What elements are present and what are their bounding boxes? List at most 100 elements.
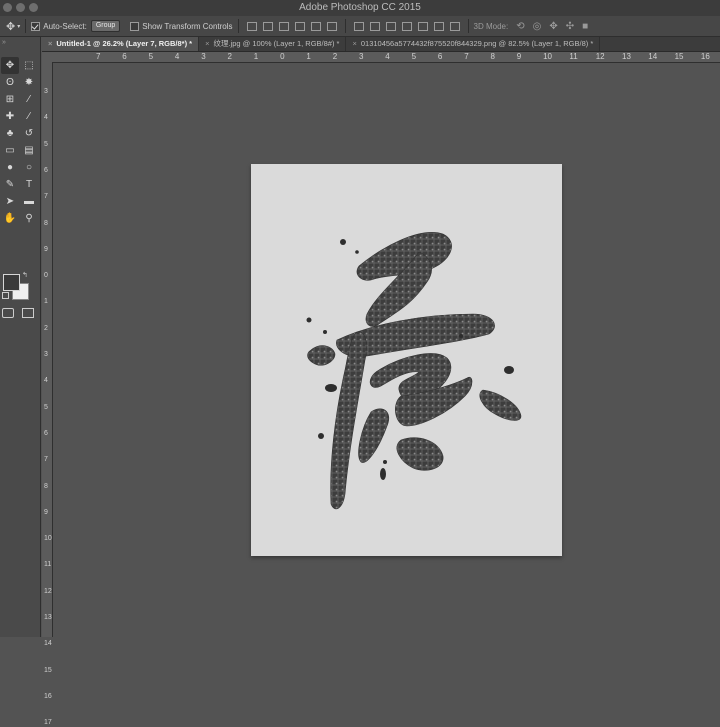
close-tab-icon[interactable]: × (205, 39, 209, 48)
crop-tool[interactable]: ⊞ (1, 91, 19, 108)
ruler-tick-label: 6 (44, 166, 48, 174)
title-bar: Adobe Photoshop CC 2015 (0, 0, 720, 17)
close-tab-icon[interactable]: × (352, 39, 356, 48)
foreground-color-swatch[interactable] (3, 274, 20, 291)
auto-select-label: Auto-Select: (43, 21, 87, 31)
tool-preset-picker[interactable]: ✥ ▾ (6, 16, 20, 36)
healing-brush-tool[interactable]: ✚ (1, 108, 19, 125)
ruler-tick-label: 3 (44, 88, 48, 95)
ruler-tick-label: 11 (44, 561, 52, 569)
marquee-icon: ⬚ (24, 60, 34, 71)
lasso-tool[interactable]: ʘ (1, 74, 19, 91)
ruler-tick-label: 5 (148, 52, 154, 61)
distribute-bottom-icon[interactable] (385, 21, 396, 31)
ruler-tick-label: 4 (44, 114, 48, 122)
auto-align-icon[interactable] (449, 21, 460, 31)
align-horizontal-center-icon[interactable] (310, 21, 321, 31)
divider (344, 19, 346, 33)
distribute-right-icon[interactable] (433, 21, 444, 31)
distribute-top-icon[interactable] (353, 21, 364, 31)
zoom-tool[interactable]: ⚲ (20, 210, 38, 227)
clone-stamp-icon: ♣ (6, 128, 14, 139)
ruler-tick-label: 8 (44, 219, 48, 227)
distribute-vertical-center-icon[interactable] (369, 21, 380, 31)
history-brush-icon: ↺ (24, 128, 34, 139)
ruler-corner[interactable] (42, 52, 52, 62)
magic-wand-tool[interactable]: ✸ (20, 74, 38, 91)
healing-brush-icon: ✚ (5, 111, 15, 122)
document-canvas[interactable] (251, 164, 562, 556)
auto-select-checkbox[interactable] (31, 21, 41, 31)
tab-untitled-1[interactable]: × Untitled-1 @ 26.2% (Layer 7, RGB/8*) * (42, 37, 200, 51)
eraser-tool[interactable]: ▭ (1, 142, 19, 159)
ruler-tick-label: 7 (96, 52, 101, 61)
move-icon: ✥ (5, 60, 15, 71)
pen-tool[interactable]: ✎ (1, 176, 19, 193)
distribute-horizontal-center-icon[interactable] (417, 21, 428, 31)
align-bottom-icon[interactable] (278, 21, 289, 31)
panel-collapse-icon[interactable]: » (2, 39, 6, 46)
rectangle-tool[interactable]: ▬ (20, 193, 38, 210)
ruler-tick-label: 13 (622, 52, 631, 61)
3d-roll-icon[interactable]: ◎ (533, 21, 542, 32)
tab-png-file[interactable]: × 01310456a5774432f875520f844329.png @ 82… (346, 37, 601, 51)
swap-colors-icon[interactable]: ↰ (22, 271, 28, 279)
3d-orbit-icon[interactable]: ⟲ (516, 21, 524, 32)
ruler-tick-label: 8 (44, 482, 48, 490)
tab-texture[interactable]: × 纹理.jpg @ 100% (Layer 1, RGB/8#) * (199, 37, 347, 51)
eyedropper-tool[interactable]: ⁄ (20, 91, 38, 108)
ruler-tick-label: 3 (359, 52, 364, 61)
default-colors-icon[interactable] (2, 292, 9, 299)
align-vertical-center-icon[interactable] (262, 21, 273, 31)
chevron-down-icon: ▾ (17, 23, 21, 30)
ruler-tick-label: 9 (44, 508, 48, 516)
ruler-tick-label: 6 (437, 52, 443, 61)
align-top-icon[interactable] (246, 21, 257, 31)
ruler-tick-label: 4 (385, 52, 390, 61)
ruler-tick-label: 9 (516, 52, 522, 61)
history-brush-tool[interactable]: ↺ (20, 125, 38, 142)
3d-scale-icon[interactable]: ■ (582, 21, 588, 32)
horizontal-ruler[interactable]: 765432101234567891011121314151617 (52, 52, 720, 63)
ruler-tick-label: 10 (44, 535, 52, 543)
ruler-tick-label: 14 (44, 640, 52, 648)
move-tool[interactable]: ✥ (1, 57, 19, 74)
ruler-tick-label: 8 (490, 52, 495, 61)
3d-pan-icon[interactable]: ✥ (549, 21, 557, 32)
screen-mode-icon[interactable] (22, 308, 34, 318)
ruler-tick-label: 0 (44, 272, 48, 280)
dodge-icon: ○ (25, 162, 33, 173)
path-selection-tool[interactable]: ➤ (1, 193, 19, 210)
tab-label: 纹理.jpg @ 100% (Layer 1, RGB/8#) * (213, 39, 340, 48)
pen-icon: ✎ (5, 179, 15, 190)
align-left-icon[interactable] (294, 21, 305, 31)
ruler-tick-label: 15 (674, 52, 684, 61)
divider (25, 19, 27, 33)
3d-slide-icon[interactable]: ✣ (566, 21, 574, 32)
clone-stamp-tool[interactable]: ♣ (1, 125, 19, 142)
distribute-controls (351, 16, 463, 36)
blur-tool[interactable]: ● (1, 159, 19, 176)
tool-grid: ✥ ⬚ ʘ ✸ ⊞ ⁄ ✚ ∕ ♣ ↺ ▭ ▤ ● ○ ✎ T ➤ ▬ ✋ ⚲ (1, 57, 38, 227)
align-right-icon[interactable] (326, 21, 337, 31)
eraser-icon: ▭ (5, 145, 15, 156)
ruler-tick-label: 14 (648, 52, 658, 61)
rectangle-icon: ▬ (24, 196, 34, 207)
ruler-tick-label: 2 (227, 52, 232, 61)
app-title: Adobe Photoshop CC 2015 (299, 2, 421, 13)
hand-tool[interactable]: ✋ (1, 210, 19, 227)
close-tab-icon[interactable]: × (48, 39, 52, 48)
show-transform-checkbox[interactable] (130, 21, 140, 31)
ruler-tick-label: 10 (543, 52, 552, 61)
type-tool[interactable]: T (20, 176, 38, 193)
auto-select-dropdown[interactable]: Group (90, 20, 121, 32)
dodge-tool[interactable]: ○ (20, 159, 38, 176)
brush-tool[interactable]: ∕ (20, 108, 38, 125)
distribute-left-icon[interactable] (401, 21, 412, 31)
ruler-tick-label: 4 (174, 52, 180, 61)
vertical-ruler[interactable]: 3 4 5 6 7 8 9 0 1 2 3 4 5 6 7 8 9 10 11 12 13 14 15 16 17 (42, 62, 53, 726)
marquee-tool[interactable]: ⬚ (20, 57, 38, 74)
quick-mask-icon[interactable] (2, 308, 14, 318)
gradient-tool[interactable]: ▤ (20, 142, 38, 159)
type-icon: T (25, 179, 33, 190)
